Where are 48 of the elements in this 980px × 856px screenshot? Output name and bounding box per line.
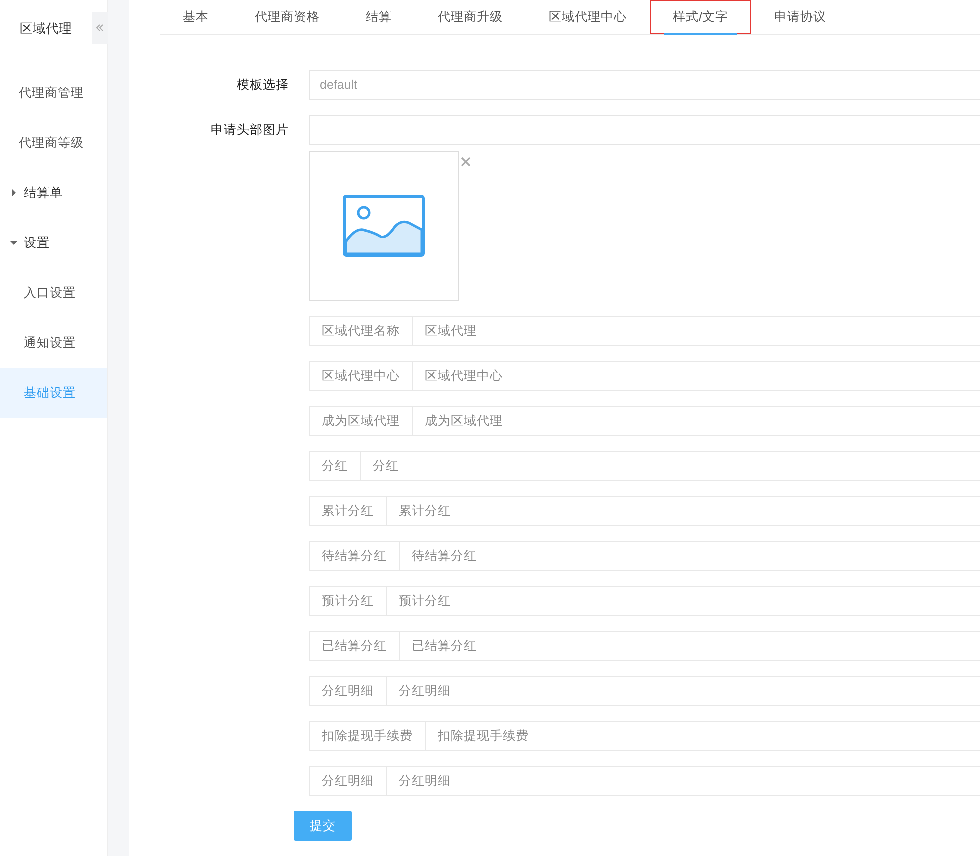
text-input-field[interactable]: 累计分红 xyxy=(387,496,980,526)
tab[interactable]: 区域代理中心 xyxy=(526,0,650,34)
input-addon-label: 已结算分红 xyxy=(309,631,400,661)
collapse-button[interactable] xyxy=(92,12,108,44)
sidebar-group[interactable]: 设置 xyxy=(0,218,107,268)
input-addon-label: 分红明细 xyxy=(309,766,387,796)
tab[interactable]: 基本 xyxy=(160,0,232,34)
tab[interactable]: 代理商资格 xyxy=(232,0,343,34)
text-input-field[interactable]: 分红明细 xyxy=(387,676,980,706)
input-addon-label: 分红明细 xyxy=(309,676,387,706)
sidebar-item[interactable]: 通知设置 xyxy=(0,318,107,368)
sidebar-item[interactable]: 代理商管理 xyxy=(0,68,107,118)
text-input-field[interactable]: 区域代理中心 xyxy=(413,361,980,391)
double-chevron-icon xyxy=(96,24,104,32)
close-icon[interactable] xyxy=(461,157,471,167)
input-addon-label: 成为区域代理 xyxy=(309,406,413,436)
submit-button[interactable]: 提交 xyxy=(294,811,352,841)
image-url-field[interactable] xyxy=(309,115,980,145)
text-input-field[interactable]: 分红明细 xyxy=(387,766,980,796)
tab[interactable]: 申请协议 xyxy=(751,0,850,34)
sidebar-item[interactable]: 入口设置 xyxy=(0,268,107,318)
caret-down-icon xyxy=(10,239,18,247)
text-input-field[interactable]: 分红 xyxy=(361,451,980,481)
input-addon-label: 扣除提现手续费 xyxy=(309,721,426,751)
template-field[interactable]: default xyxy=(309,70,980,100)
input-addon-label: 区域代理名称 xyxy=(309,316,413,346)
sidebar-item[interactable]: 基础设置 xyxy=(0,368,107,418)
input-addon-label: 待结算分红 xyxy=(309,541,400,571)
input-addon-label: 累计分红 xyxy=(309,496,387,526)
sidebar-group[interactable]: 结算单 xyxy=(0,168,107,218)
text-input-field[interactable]: 成为区域代理 xyxy=(413,406,980,436)
field-label: 模板选择 xyxy=(236,77,289,94)
input-addon-label: 分红 xyxy=(309,451,361,481)
text-input-field[interactable]: 已结算分红 xyxy=(400,631,980,661)
text-input-field[interactable]: 扣除提现手续费 xyxy=(426,721,980,751)
tab[interactable]: 代理商升级 xyxy=(415,0,526,34)
field-label: 申请头部图片 xyxy=(210,122,289,139)
text-input-field[interactable]: 待结算分红 xyxy=(400,541,980,571)
text-input-field[interactable]: 区域代理 xyxy=(413,316,980,346)
text-input-field[interactable]: 预计分红 xyxy=(387,586,980,616)
image-placeholder-icon xyxy=(343,195,425,257)
sidebar-item[interactable]: 代理商等级 xyxy=(0,118,107,168)
input-addon-label: 区域代理中心 xyxy=(309,361,413,391)
tab[interactable]: 样式/文字 xyxy=(650,0,752,34)
tab[interactable]: 结算 xyxy=(343,0,415,34)
input-addon-label: 预计分红 xyxy=(309,586,387,616)
caret-right-icon xyxy=(10,189,18,197)
sidebar-title: 区域代理 xyxy=(20,20,72,38)
